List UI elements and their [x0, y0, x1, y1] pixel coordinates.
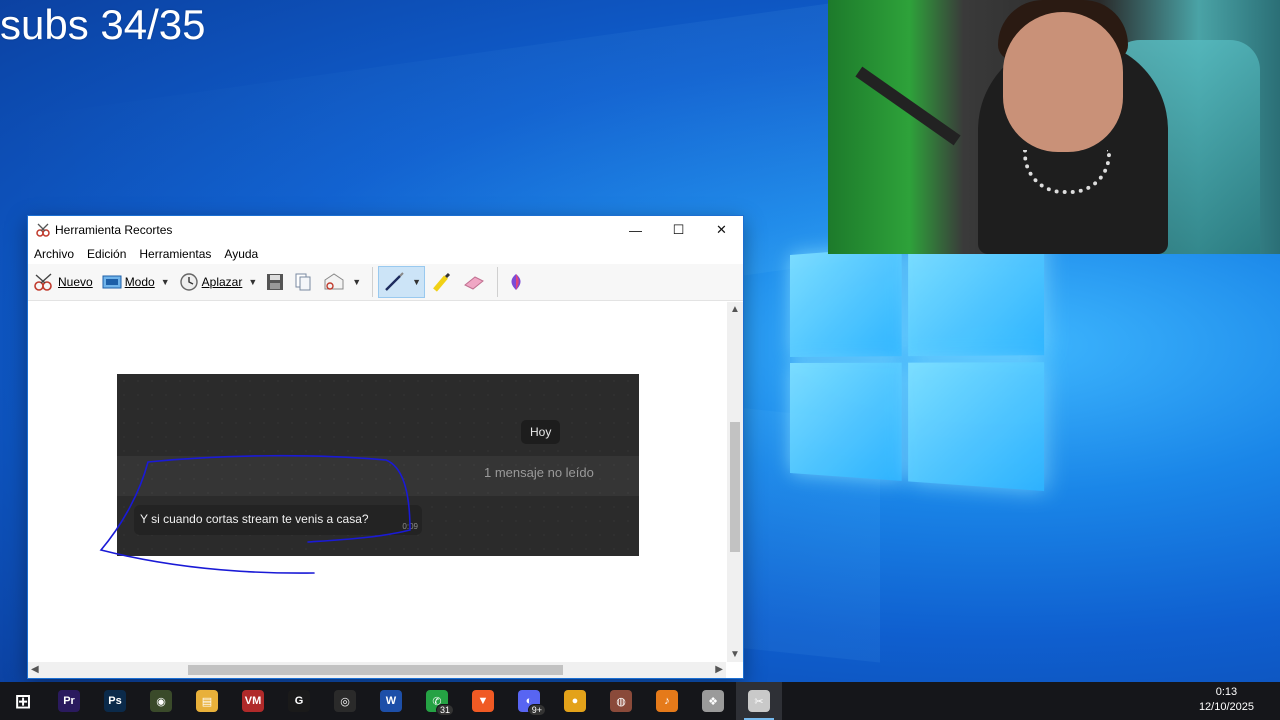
scroll-up-icon[interactable]: ▲ [730, 304, 740, 315]
toolbar: Nuevo Modo ▼ Aplazar ▼ ▼ ▼ [28, 264, 743, 301]
taskbar-item-word[interactable]: W [368, 682, 414, 720]
delay-label: Aplazar [201, 275, 243, 289]
toolbar-separator [497, 267, 499, 297]
menu-edicion[interactable]: Edición [87, 247, 126, 261]
scroll-down-icon[interactable]: ▼ [730, 649, 740, 660]
close-button[interactable]: ✕ [700, 216, 743, 244]
pen-tool-button[interactable]: ▼ [378, 266, 426, 298]
brave-icon: ▼ [472, 690, 494, 712]
app2-icon: ◍ [610, 690, 632, 712]
taskbar-item-logitech[interactable]: G [276, 682, 322, 720]
app3-icon: ❖ [702, 690, 724, 712]
system-clock[interactable]: 0:13 12/10/2025 [1199, 685, 1254, 715]
menu-herramientas[interactable]: Herramientas [139, 247, 211, 261]
copy-icon [295, 273, 311, 291]
taskbar-item-photoshop[interactable]: Ps [92, 682, 138, 720]
menu-ayuda[interactable]: Ayuda [224, 247, 258, 261]
clock-date: 12/10/2025 [1198, 701, 1254, 713]
taskbar-item-premiere[interactable]: Pr [46, 682, 92, 720]
toolbar-separator [372, 267, 374, 297]
send-icon [324, 273, 344, 290]
menu-archivo[interactable]: Archivo [34, 247, 74, 261]
snipping-tool-window[interactable]: Herramienta Recortes — ☐ ✕ Archivo Edici… [27, 215, 744, 679]
taskbar-item-discord[interactable]: ◐ 9+ [506, 682, 552, 720]
file-explorer-icon: ▤ [196, 690, 218, 712]
app-icon: ◉ [150, 690, 172, 712]
logitech-icon: G [288, 690, 310, 712]
mode-dropdown[interactable]: Modo ▼ [99, 267, 173, 297]
vertical-scroll-thumb[interactable] [730, 422, 740, 552]
chevron-down-icon: ▼ [160, 277, 170, 287]
highlighter-icon [433, 272, 451, 292]
webcam-overlay [828, 0, 1280, 254]
copy-button[interactable] [290, 267, 316, 297]
taskbar-item-start[interactable]: ⊞ [0, 682, 46, 720]
taskbar-item-obs[interactable]: ◎ [322, 682, 368, 720]
taskbar-item-file-explorer[interactable]: ▤ [184, 682, 230, 720]
new-snip-button[interactable]: Nuevo [30, 267, 96, 297]
word-icon: W [380, 690, 402, 712]
taskbar-item-app2[interactable]: ◍ [598, 682, 644, 720]
pen-annotation [99, 454, 411, 574]
send-snip-dropdown[interactable]: ▼ [319, 267, 364, 297]
highlighter-button[interactable] [428, 267, 456, 297]
eraser-button[interactable] [459, 267, 489, 297]
subs-overlay-text: subs 34/35 [0, 1, 206, 48]
save-button[interactable] [263, 267, 287, 297]
minimize-button[interactable]: — [614, 216, 657, 244]
notification-badge: 31 [435, 704, 454, 716]
new-snip-label: Nuevo [58, 275, 93, 289]
chevron-down-icon[interactable]: ▼ [412, 277, 421, 287]
vertical-scrollbar[interactable]: ▲ ▼ [727, 302, 743, 662]
eraser-icon [464, 276, 485, 290]
taskbar-item-chrome[interactable]: ● [552, 682, 598, 720]
title-bar[interactable]: Herramienta Recortes — ☐ ✕ [28, 216, 743, 244]
photoshop-icon: Ps [104, 690, 126, 712]
taskbar-item-voicemeeter[interactable]: VM [230, 682, 276, 720]
clock-time: 0:13 [1215, 686, 1238, 698]
start-icon: ⊞ [14, 690, 32, 713]
menu-bar: Archivo Edición Herramientas Ayuda [28, 244, 743, 264]
chevron-down-icon: ▼ [248, 277, 258, 287]
notification-badge: 9+ [527, 704, 546, 716]
obs-icon: ◎ [334, 690, 356, 712]
window-title: Herramienta Recortes [55, 223, 173, 237]
scroll-right-icon[interactable]: ▶ [715, 664, 723, 675]
snip-canvas[interactable]: Hoy 1 mensaje no leído Y si cuando corta… [28, 302, 726, 662]
pen-icon [385, 272, 404, 291]
chevron-down-icon: ▼ [352, 277, 362, 287]
snipping-tool-icon [36, 223, 50, 237]
new-snip-icon [34, 273, 52, 291]
chrome-icon: ● [564, 690, 586, 712]
voicemeeter-icon: VM [242, 690, 264, 712]
clock-icon [179, 273, 198, 291]
scroll-left-icon[interactable]: ◀ [31, 664, 39, 675]
taskbar-item-snipping-tool[interactable]: ✂ [736, 682, 782, 720]
horizontal-scroll-thumb[interactable] [188, 665, 563, 675]
taskbar-item-whatsapp[interactable]: ✆ 31 [414, 682, 460, 720]
maximize-button[interactable]: ☐ [657, 216, 700, 244]
horizontal-scrollbar[interactable]: ◀ ▶ [28, 662, 726, 678]
taskbar-item-app3[interactable]: ❖ [690, 682, 736, 720]
taskbar-item-brave[interactable]: ▼ [460, 682, 506, 720]
fl-studio-icon: ♪ [656, 690, 678, 712]
windows-logo-wallpaper [790, 235, 1052, 500]
paint3d-button[interactable] [503, 267, 529, 297]
save-icon [267, 274, 284, 290]
mode-icon [102, 275, 122, 289]
paint3d-icon [511, 274, 521, 290]
delay-dropdown[interactable]: Aplazar ▼ [176, 267, 261, 297]
taskbar-item-fl-studio[interactable]: ♪ [644, 682, 690, 720]
mode-label: Modo [124, 275, 155, 289]
taskbar: ⊞ Pr Ps ◉ ▤ VM G ◎ W ✆ 31 ▼ ◐ 9+ ● ◍ ♪ ❖ ✂ [0, 682, 1280, 720]
snipping-tool-icon: ✂ [748, 690, 770, 712]
taskbar-item-app[interactable]: ◉ [138, 682, 184, 720]
premiere-icon: Pr [58, 690, 80, 712]
